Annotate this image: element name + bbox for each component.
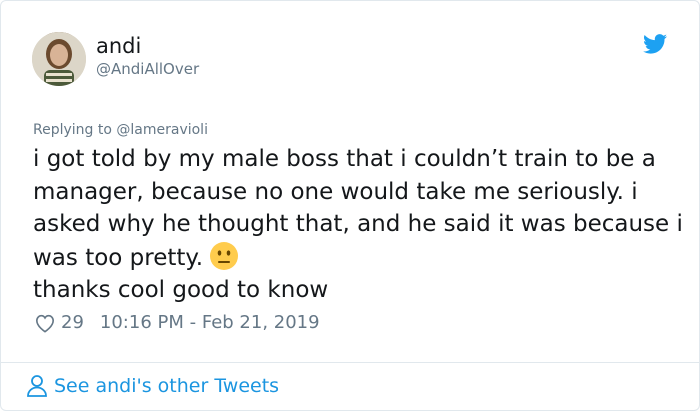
see-other-tweets-label[interactable]: See andi's other Tweets xyxy=(54,375,279,397)
tweet-card: andi @AndiAllOver Replying to @lameravio… xyxy=(0,0,700,411)
twitter-bird-icon[interactable] xyxy=(643,34,667,54)
tweet-text: i got told by my male boss that i couldn… xyxy=(33,143,683,307)
tweet-meta: 29 10:16 PM - Feb 21, 2019 xyxy=(34,312,320,333)
display-name[interactable]: andi xyxy=(96,34,141,58)
heart-outline-icon[interactable] xyxy=(34,313,56,333)
tweet-timestamp[interactable]: 10:16 PM - Feb 21, 2019 xyxy=(100,312,320,333)
user-outline-icon xyxy=(27,375,47,397)
tweet-body: i got told by my male boss that i couldn… xyxy=(33,146,683,271)
reply-mention-link[interactable]: @lameravioli xyxy=(116,122,208,138)
like-count[interactable]: 29 xyxy=(61,312,84,333)
tweet-text-line: i got told by my male boss that i couldn… xyxy=(33,143,683,274)
user-handle[interactable]: @AndiAllOver xyxy=(96,60,199,78)
footer-divider xyxy=(1,362,699,363)
neutral-face-emoji-icon xyxy=(210,241,239,270)
replying-to-label: Replying to @lameravioli xyxy=(33,122,208,138)
tweet-closing-line: thanks cool good to know xyxy=(33,277,329,303)
replying-to-prefix: Replying to xyxy=(33,122,117,138)
avatar[interactable] xyxy=(32,32,86,86)
see-other-tweets-link[interactable]: See andi's other Tweets xyxy=(26,374,279,398)
